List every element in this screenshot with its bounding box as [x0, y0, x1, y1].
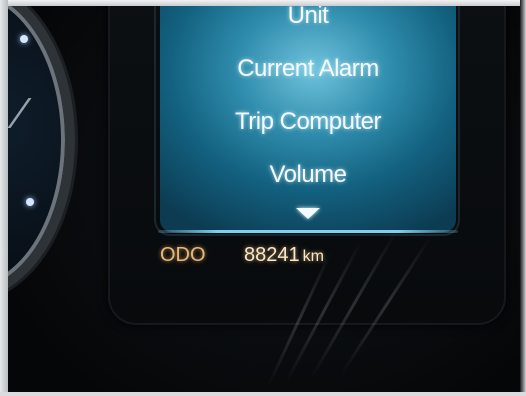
- triangle-down-icon: [296, 208, 320, 219]
- photo-frame-bottom: [0, 392, 526, 396]
- odometer-reading: 88241 km: [244, 244, 324, 267]
- tft-display: Unit Current Alarm Trip Computer Volume: [160, 0, 456, 232]
- gauge-indicator-light: [26, 198, 34, 206]
- screen-divider-line: [158, 230, 458, 233]
- menu-item-unit[interactable]: Unit: [160, 2, 456, 30]
- odometer-unit: km: [302, 248, 324, 265]
- menu-item-trip-computer[interactable]: Trip Computer: [160, 108, 456, 136]
- gauge-indicator-light: [20, 35, 28, 43]
- photo-frame-left: [0, 0, 8, 396]
- photo-frame-top: [0, 0, 526, 6]
- menu-item-volume[interactable]: Volume: [160, 161, 456, 189]
- odometer-label: ODO: [160, 244, 206, 266]
- speedometer-gauge: [0, 0, 75, 300]
- menu-item-current-alarm[interactable]: Current Alarm: [160, 55, 456, 83]
- photo-frame-right: [520, 0, 526, 396]
- instrument-cluster-photo: Unit Current Alarm Trip Computer Volume …: [0, 0, 526, 396]
- gauge-needle: [7, 98, 54, 128]
- odometer-value: 88241: [244, 244, 300, 266]
